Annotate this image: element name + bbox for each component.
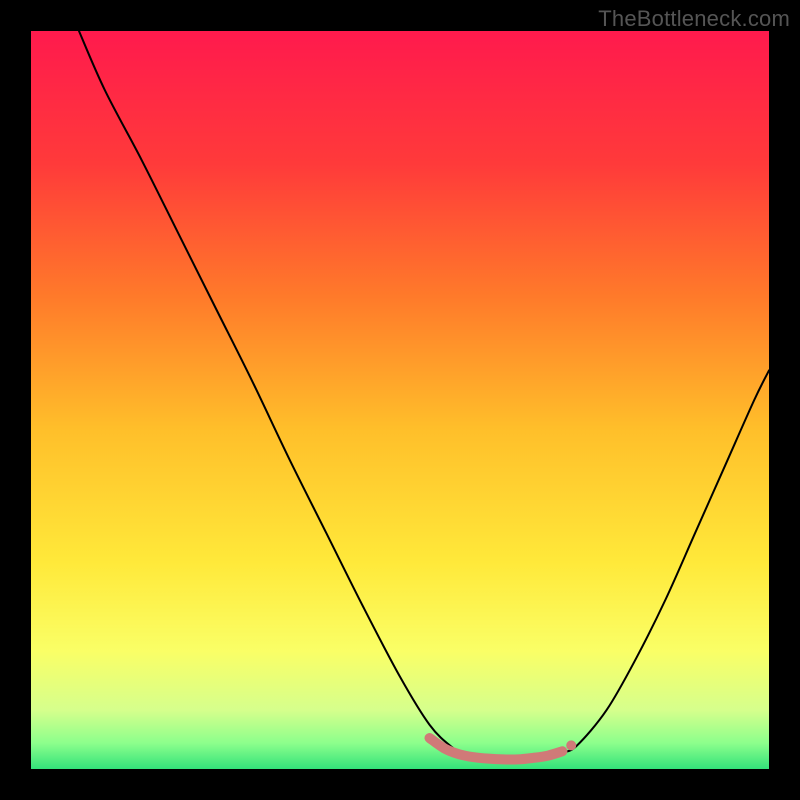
optimal-range-highlight xyxy=(430,738,563,760)
curve-layer xyxy=(31,31,769,769)
plot-area xyxy=(31,31,769,769)
bottleneck-curve xyxy=(79,31,769,760)
highlight-end-dot xyxy=(566,740,576,750)
watermark-label: TheBottleneck.com xyxy=(598,6,790,32)
chart-frame: TheBottleneck.com xyxy=(0,0,800,800)
